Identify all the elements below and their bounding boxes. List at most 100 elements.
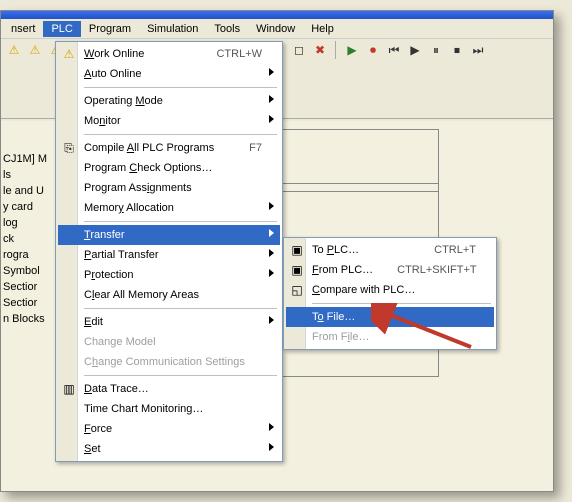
submenu-arrow-icon (269, 68, 274, 76)
sub-compare-plc-icon: ◱ (289, 282, 305, 298)
submenu-arrow-icon (269, 202, 274, 210)
submenu-arrow-icon (269, 229, 274, 237)
menu-program-check[interactable]: Program Check Options… (58, 158, 280, 178)
menu-work-online-shortcut: CTRL+W (216, 48, 262, 60)
menu-memory-alloc[interactable]: Memory Allocation (58, 198, 280, 218)
toolbar-separator (335, 41, 337, 59)
menu-separator (84, 87, 277, 88)
menu-program-assignments[interactable]: Program Assignments (58, 178, 280, 198)
menubar-item-tools[interactable]: Tools (206, 21, 248, 37)
menu-edit[interactable]: Edit (58, 312, 280, 332)
menubar-item-window[interactable]: Window (248, 21, 303, 37)
sub-compare-plc[interactable]: ◱ Compare with PLC… (286, 280, 494, 300)
menu-compile-all-shortcut: F7 (249, 142, 262, 154)
menubar: nsertPLCProgramSimulationToolsWindowHelp (1, 19, 553, 39)
menu-compile-all-icon: ⎘ (61, 140, 77, 156)
menu-compile-all-label: Compile All PLC Programs (84, 142, 225, 154)
menu-change-comm-label: Change Communication Settings (84, 356, 262, 368)
square-icon[interactable]: ◻ (290, 41, 308, 59)
menu-transfer[interactable]: Transfer (58, 225, 280, 245)
sub-from-plc-label: From PLC… (312, 264, 373, 276)
sub-from-file-label: From File… (312, 331, 476, 343)
menu-transfer-label: Transfer (84, 229, 262, 241)
tree-fragment[interactable]: ls (3, 167, 47, 183)
tree-fragment[interactable]: Sectior (3, 279, 47, 295)
stop-icon[interactable]: ⏹ (448, 41, 466, 59)
menu-set-label: Set (84, 443, 262, 455)
menu-compile-all[interactable]: ⎘ Compile All PLC Programs F7 (58, 138, 280, 158)
menu-separator (84, 134, 277, 135)
record-icon[interactable]: ⏺ (364, 41, 382, 59)
menu-force[interactable]: Force (58, 419, 280, 439)
tree-fragment[interactable]: log (3, 215, 47, 231)
sub-to-plc-shortcut: CTRL+T (434, 244, 476, 256)
menu-separator (312, 303, 491, 304)
submenu-arrow-icon (269, 443, 274, 451)
prev-icon[interactable]: ⏮ (385, 41, 403, 59)
menu-set[interactable]: Set (58, 439, 280, 459)
menu-time-chart[interactable]: Time Chart Monitoring… (58, 399, 280, 419)
warn-2-icon[interactable]: ⚠ (26, 41, 44, 59)
next-icon[interactable]: ⏭ (469, 41, 487, 59)
menu-auto-online[interactable]: Auto Online (58, 64, 280, 84)
titlebar (1, 11, 553, 19)
menu-work-online[interactable]: ⚠Work OnlineCTRL+W (58, 44, 280, 64)
tree-fragment[interactable]: Symbol (3, 263, 47, 279)
tree-fragment[interactable]: ck (3, 231, 47, 247)
menu-force-label: Force (84, 423, 262, 435)
submenu-arrow-icon (269, 249, 274, 257)
menu-edit-label: Edit (84, 316, 262, 328)
menubar-item-program[interactable]: Program (81, 21, 139, 37)
menubar-item-simulation[interactable]: Simulation (139, 21, 206, 37)
menu-partial-transfer-label: Partial Transfer (84, 249, 262, 261)
sub-to-plc-icon: ▣ (289, 242, 305, 258)
menu-operating-mode[interactable]: Operating Mode (58, 91, 280, 111)
menu-change-model: Change Model (58, 332, 280, 352)
menu-program-check-label: Program Check Options… (84, 162, 262, 174)
transfer-submenu: ▣ To PLC… CTRL+T▣ From PLC… CTRL+SKIFT+T ◱ Com… (283, 237, 497, 350)
sub-compare-plc-label: Compare with PLC… (312, 284, 476, 296)
menu-protection-label: Protection (84, 269, 262, 281)
menu-memory-alloc-label: Memory Allocation (84, 202, 262, 214)
menu-monitor[interactable]: Monitor (58, 111, 280, 131)
menu-partial-transfer[interactable]: Partial Transfer (58, 245, 280, 265)
run-icon[interactable]: ▶ (343, 41, 361, 59)
submenu-arrow-icon (269, 423, 274, 431)
sub-to-file[interactable]: To File… (286, 307, 494, 327)
sub-to-plc-label: To PLC… (312, 244, 410, 256)
pause-icon[interactable]: ⏸ (427, 41, 445, 59)
menu-change-model-label: Change Model (84, 336, 262, 348)
menu-separator (84, 308, 277, 309)
menu-clear-memory-label: Clear All Memory Areas (84, 289, 262, 301)
tree-fragment[interactable]: le and U (3, 183, 47, 199)
menu-work-online-label: Work Online (84, 48, 192, 60)
menu-clear-memory[interactable]: Clear All Memory Areas (58, 285, 280, 305)
menu-monitor-label: Monitor (84, 115, 262, 127)
app-window: nsertPLCProgramSimulationToolsWindowHelp… (0, 10, 554, 492)
warn-1-icon[interactable]: ⚠ (5, 41, 23, 59)
play-icon[interactable]: ▶ (406, 41, 424, 59)
menu-operating-mode-label: Operating Mode (84, 95, 262, 107)
menu-program-assignments-label: Program Assignments (84, 182, 262, 194)
project-tree: CJ1M] Mlsle and Uy cardlogckrograSymbolS… (3, 151, 47, 327)
menubar-item-help[interactable]: Help (303, 21, 342, 37)
tree-fragment[interactable]: CJ1M] M (3, 151, 47, 167)
delete-icon[interactable]: ✖ (311, 41, 329, 59)
menubar-item-nsert[interactable]: nsert (3, 21, 43, 37)
tree-fragment[interactable]: Sectior (3, 295, 47, 311)
sub-to-file-label: To File… (312, 311, 476, 323)
sub-from-plc-shortcut: CTRL+SKIFT+T (397, 264, 476, 276)
menu-data-trace[interactable]: ▥Data Trace… (58, 379, 280, 399)
tree-fragment[interactable]: rogra (3, 247, 47, 263)
sub-from-plc[interactable]: ▣From PLC…CTRL+SKIFT+T (286, 260, 494, 280)
menu-protection[interactable]: Protection (58, 265, 280, 285)
sub-to-plc[interactable]: ▣ To PLC… CTRL+T (286, 240, 494, 260)
tree-fragment[interactable]: n Blocks (3, 311, 47, 327)
submenu-arrow-icon (269, 316, 274, 324)
menu-separator (84, 375, 277, 376)
sub-from-file: From File… (286, 327, 494, 347)
tree-fragment[interactable]: y card (3, 199, 47, 215)
menubar-item-plc[interactable]: PLC (43, 21, 80, 37)
submenu-arrow-icon (269, 115, 274, 123)
menu-separator (84, 221, 277, 222)
